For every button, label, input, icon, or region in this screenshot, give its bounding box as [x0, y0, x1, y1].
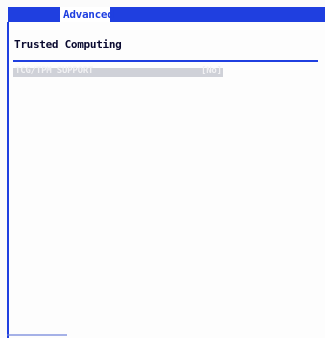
bios-screen: Advanced Trusted Computing TCG/TPM SUPPO… [0, 0, 325, 338]
setting-value[interactable]: [No] [201, 66, 222, 76]
tab-advanced[interactable]: Advanced [60, 7, 114, 22]
title-divider [13, 60, 318, 62]
setting-label: TCG/TPM SUPPORT [15, 66, 94, 76]
page-title: Trusted Computing [14, 38, 122, 51]
menu-bar [8, 7, 325, 22]
panel-bottom-border [7, 334, 67, 336]
